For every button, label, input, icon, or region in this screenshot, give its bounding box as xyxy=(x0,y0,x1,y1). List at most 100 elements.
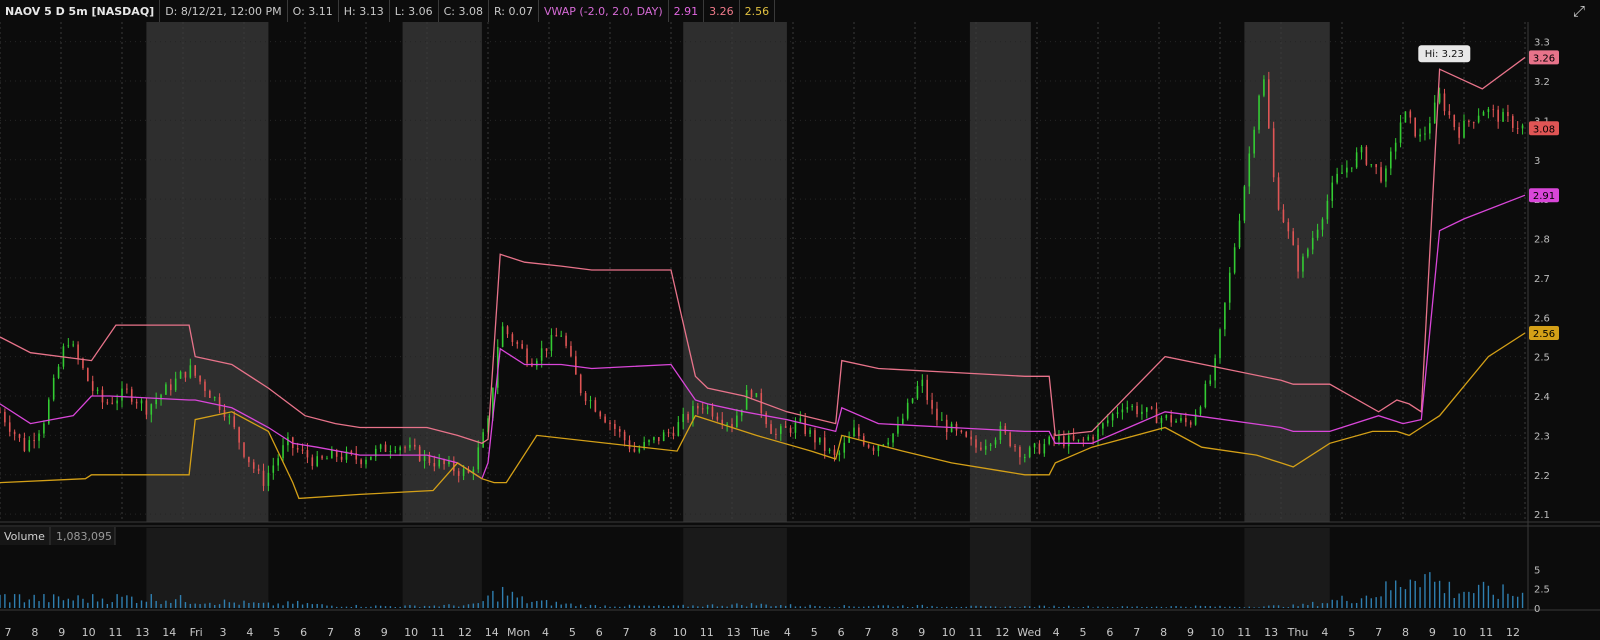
candle-body xyxy=(428,454,431,463)
candle-body xyxy=(492,387,494,419)
candle-body xyxy=(672,432,675,436)
volume-bar xyxy=(1253,607,1255,608)
extended-hours-shade-volume xyxy=(402,528,482,608)
candle-body xyxy=(1302,256,1304,272)
volume-bar xyxy=(238,604,240,608)
vwap-tag: 2.91 xyxy=(1533,191,1555,202)
lower-band-tag: 2.56 xyxy=(1533,329,1555,340)
time-axis-label: 4 xyxy=(784,626,791,639)
candle-body xyxy=(804,418,806,434)
candle-body xyxy=(1204,383,1207,408)
volume-bar xyxy=(28,599,30,608)
candle-body xyxy=(394,450,397,452)
volume-bar xyxy=(277,603,279,608)
volume-bar xyxy=(287,601,289,608)
volume-bar xyxy=(140,600,143,608)
candle-body xyxy=(823,437,826,451)
candle-body xyxy=(579,374,582,394)
volume-bar xyxy=(1497,598,1499,608)
volume-bar xyxy=(540,600,543,608)
volume-bar xyxy=(765,604,767,608)
candle-body xyxy=(1009,432,1011,447)
volume-bar xyxy=(4,594,6,608)
volume-bar xyxy=(482,601,484,608)
candle-body xyxy=(360,459,362,465)
candle-body xyxy=(584,393,587,402)
volume-bar xyxy=(897,606,899,608)
candle-body xyxy=(145,400,148,415)
volume-bar xyxy=(784,605,787,608)
candle-body xyxy=(28,440,31,451)
volume-bar xyxy=(1043,605,1046,608)
candle-body xyxy=(1394,142,1397,152)
candle-body xyxy=(423,454,426,461)
candle-body xyxy=(453,460,455,472)
volume-bar xyxy=(687,606,689,608)
volume-bar xyxy=(48,602,50,608)
upper-band-tag: 3.26 xyxy=(1533,53,1555,64)
study-name[interactable]: VWAP (-2.0, 2.0, DAY) xyxy=(539,0,669,22)
volume-bar xyxy=(1194,605,1197,608)
candle-body xyxy=(418,446,421,461)
candle-body xyxy=(594,400,597,412)
volume-bar xyxy=(1468,591,1470,608)
candle-body xyxy=(550,335,553,351)
time-axis-label: Tue xyxy=(750,626,770,639)
candle-body xyxy=(355,453,358,460)
lower-band-value: 2.56 xyxy=(740,0,776,22)
candle-body xyxy=(638,448,641,452)
candle-body xyxy=(1141,411,1143,415)
volume-bar xyxy=(814,606,816,608)
candle-body xyxy=(462,469,465,476)
expand-icon[interactable]: ⤢ xyxy=(1568,2,1590,20)
volume-bar xyxy=(228,602,231,608)
volume-bar xyxy=(628,604,631,608)
volume-bar xyxy=(82,598,84,608)
volume-bar xyxy=(648,605,650,608)
candle-body xyxy=(267,472,270,486)
candle-body xyxy=(272,465,275,473)
time-axis-label: 5 xyxy=(811,626,818,639)
volume-bar xyxy=(789,604,792,608)
volume-bar xyxy=(0,594,1,608)
candle-body xyxy=(1131,405,1133,408)
volume-bar xyxy=(1116,607,1119,608)
volume-bar xyxy=(999,607,1002,608)
volume-bar xyxy=(253,602,255,608)
time-axis-label: 8 xyxy=(1402,626,1409,639)
candle-body xyxy=(82,358,84,369)
candle-body xyxy=(960,430,963,432)
price-tick-label: 2.6 xyxy=(1534,313,1550,324)
symbol-label[interactable]: NAOV 5 D 5m [NASDAQ] xyxy=(0,0,161,22)
candle-body xyxy=(496,346,499,388)
candle-body xyxy=(677,422,680,436)
extended-hours-shade xyxy=(1244,22,1330,522)
candle-body xyxy=(633,448,636,452)
time-axis-label: 9 xyxy=(381,626,388,639)
volume-bar xyxy=(96,601,99,608)
volume-bar xyxy=(599,607,601,608)
volume-bar xyxy=(580,604,582,608)
volume-bar xyxy=(780,604,782,608)
candle-body xyxy=(926,379,928,400)
candle-body xyxy=(379,444,382,449)
volume-bar xyxy=(438,606,440,608)
volume-bar xyxy=(1370,598,1372,608)
volume-bar xyxy=(575,606,577,608)
volume-bar xyxy=(1487,585,1490,608)
candle-body xyxy=(184,371,187,378)
price-chart[interactable]: 3.3 3.2 3.1 3 2.9 2.8 2.7 2.6 2.5 2.4 2.3 2.2 2.1 3.2… xyxy=(0,0,1600,640)
time-axis-label: 7 xyxy=(327,626,334,639)
candle-body xyxy=(1146,407,1148,412)
volume-bar xyxy=(458,606,460,608)
volume-bar xyxy=(301,604,304,608)
candle-body xyxy=(833,449,836,456)
range-value: R: 0.07 xyxy=(489,0,539,22)
volume-bar xyxy=(1365,595,1368,608)
upper-band-value: 3.26 xyxy=(704,0,740,22)
volume-bar xyxy=(936,606,938,608)
volume-bar xyxy=(1248,606,1250,608)
candle-body xyxy=(589,400,592,402)
candle-body xyxy=(326,458,328,460)
volume-bar xyxy=(1477,584,1480,608)
